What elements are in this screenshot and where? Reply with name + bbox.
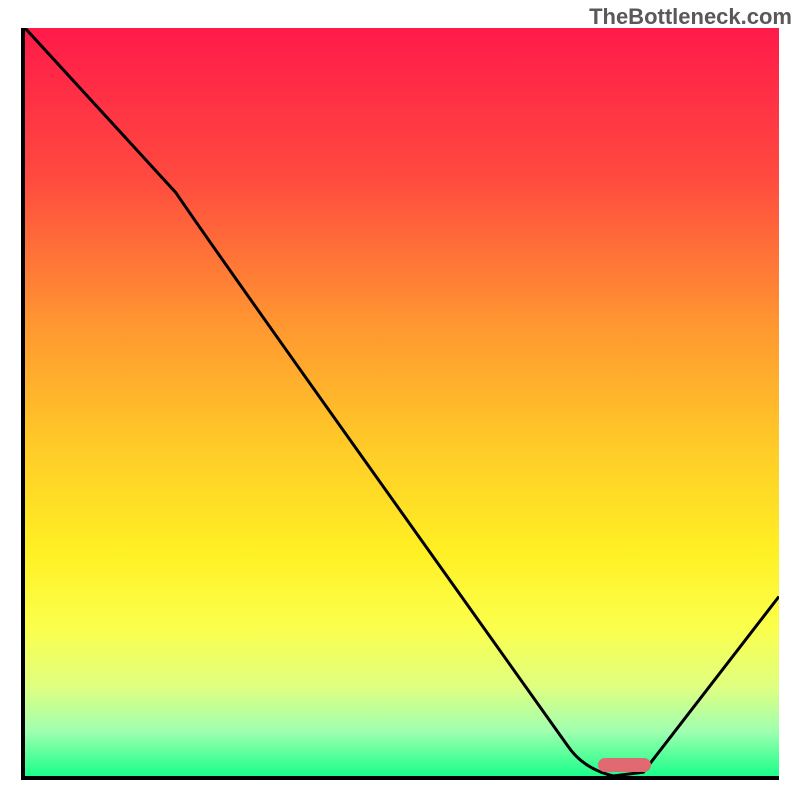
bottleneck-curve [25,28,779,776]
chart-plot-area [21,28,779,780]
optimal-range-marker [598,758,651,772]
watermark-text: TheBottleneck.com [589,4,792,30]
